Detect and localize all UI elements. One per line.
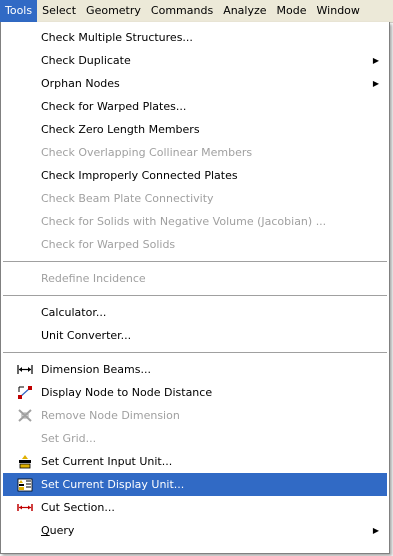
menu-separator xyxy=(3,352,387,353)
menu-item-label: Check for Solids with Negative Volume (J… xyxy=(41,215,327,228)
menubar: Tools Select Geometry Commands Analyze M… xyxy=(0,0,393,23)
menu-item-label: Check Multiple Structures... xyxy=(41,31,193,44)
menu-item-label: Calculator... xyxy=(41,306,107,319)
menu-item-label: Check Duplicate xyxy=(41,54,131,67)
menu-item-set-current-display-unit[interactable]: Set Current Display Unit... xyxy=(3,473,387,496)
query-mnemonic: Q xyxy=(41,524,50,537)
menu-item-label: Remove Node Dimension xyxy=(41,409,180,422)
menu-item-label: Check Zero Length Members xyxy=(41,123,200,136)
menu-separator xyxy=(3,261,387,262)
dimension-beams-icon xyxy=(17,365,33,374)
menu-item-label: Check for Warped Solids xyxy=(41,238,176,251)
menu-item-label: Cut Section... xyxy=(41,501,115,514)
cut-section-icon xyxy=(17,504,33,511)
menu-item-dimension-beams[interactable]: Dimension Beams... xyxy=(1,358,389,381)
menu-item-cut-section[interactable]: Cut Section... xyxy=(1,496,389,519)
menu-item-label: Dimension Beams... xyxy=(41,363,151,376)
menu-item-redefine-incidence[interactable]: Redefine Incidence xyxy=(1,267,389,290)
menu-item-label: Set Grid... xyxy=(41,432,97,445)
menu-item-display-node-distance[interactable]: Display Node to Node Distance xyxy=(1,381,389,404)
remove-dimension-icon xyxy=(18,409,32,422)
menu-item-check-beam-plate-connectivity[interactable]: Check Beam Plate Connectivity xyxy=(1,187,389,210)
menu-item-label: Redefine Incidence xyxy=(41,272,146,285)
node-distance-icon xyxy=(18,386,32,399)
menu-item-check-duplicate[interactable]: Check Duplicate ▶ xyxy=(1,49,389,72)
display-unit-icon xyxy=(17,478,33,492)
menu-item-label: Check for Warped Plates... xyxy=(41,100,187,113)
menu-item-check-overlapping-collinear-members[interactable]: Check Overlapping Collinear Members xyxy=(1,141,389,164)
menu-item-set-grid[interactable]: Set Grid... xyxy=(1,427,389,450)
menu-tools[interactable]: Tools xyxy=(0,0,38,22)
menu-mode[interactable]: Mode xyxy=(272,0,312,22)
menu-item-check-solids-negative-volume[interactable]: Check for Solids with Negative Volume (J… xyxy=(1,210,389,233)
menu-item-check-warped-solids[interactable]: Check for Warped Solids xyxy=(1,233,389,256)
menu-item-label: Set Current Display Unit... xyxy=(41,478,185,491)
menu-item-unit-converter[interactable]: Unit Converter... xyxy=(1,324,389,347)
menu-item-label: Orphan Nodes xyxy=(41,77,120,90)
menu-item-label: Check Improperly Connected Plates xyxy=(41,169,238,182)
menu-select[interactable]: Select xyxy=(37,0,81,22)
page: Tools Select Geometry Commands Analyze M… xyxy=(0,0,393,556)
menu-item-label: Check Beam Plate Connectivity xyxy=(41,192,214,205)
menu-item-orphan-nodes[interactable]: Orphan Nodes ▶ xyxy=(1,72,389,95)
tools-dropdown-menu: Check Multiple Structures... Check Dupli… xyxy=(0,22,390,554)
menu-window[interactable]: Window xyxy=(312,0,365,22)
menu-item-check-multiple-structures[interactable]: Check Multiple Structures... xyxy=(1,26,389,49)
menu-item-remove-node-dimension[interactable]: Remove Node Dimension xyxy=(1,404,389,427)
menu-item-label: Check Overlapping Collinear Members xyxy=(41,146,253,159)
submenu-arrow-icon: ▶ xyxy=(372,526,379,535)
menu-item-label: Set Current Input Unit... xyxy=(41,455,173,468)
menu-item-label: Query xyxy=(41,524,75,537)
menu-item-check-warped-plates[interactable]: Check for Warped Plates... xyxy=(1,95,389,118)
menu-item-check-zero-length-members[interactable]: Check Zero Length Members xyxy=(1,118,389,141)
menu-item-check-improperly-connected-plates[interactable]: Check Improperly Connected Plates xyxy=(1,164,389,187)
menu-item-calculator[interactable]: Calculator... xyxy=(1,301,389,324)
menu-separator xyxy=(3,295,387,296)
submenu-arrow-icon: ▶ xyxy=(372,56,379,65)
input-unit-icon xyxy=(19,455,31,469)
menu-item-label: Display Node to Node Distance xyxy=(41,386,213,399)
menu-item-query[interactable]: Query ▶ xyxy=(1,519,389,542)
menu-item-set-current-input-unit[interactable]: Set Current Input Unit... xyxy=(1,450,389,473)
menu-analyze[interactable]: Analyze xyxy=(218,0,271,22)
menu-commands[interactable]: Commands xyxy=(146,0,218,22)
menu-geometry[interactable]: Geometry xyxy=(81,0,146,22)
submenu-arrow-icon: ▶ xyxy=(372,79,379,88)
menu-item-label: Unit Converter... xyxy=(41,329,132,342)
